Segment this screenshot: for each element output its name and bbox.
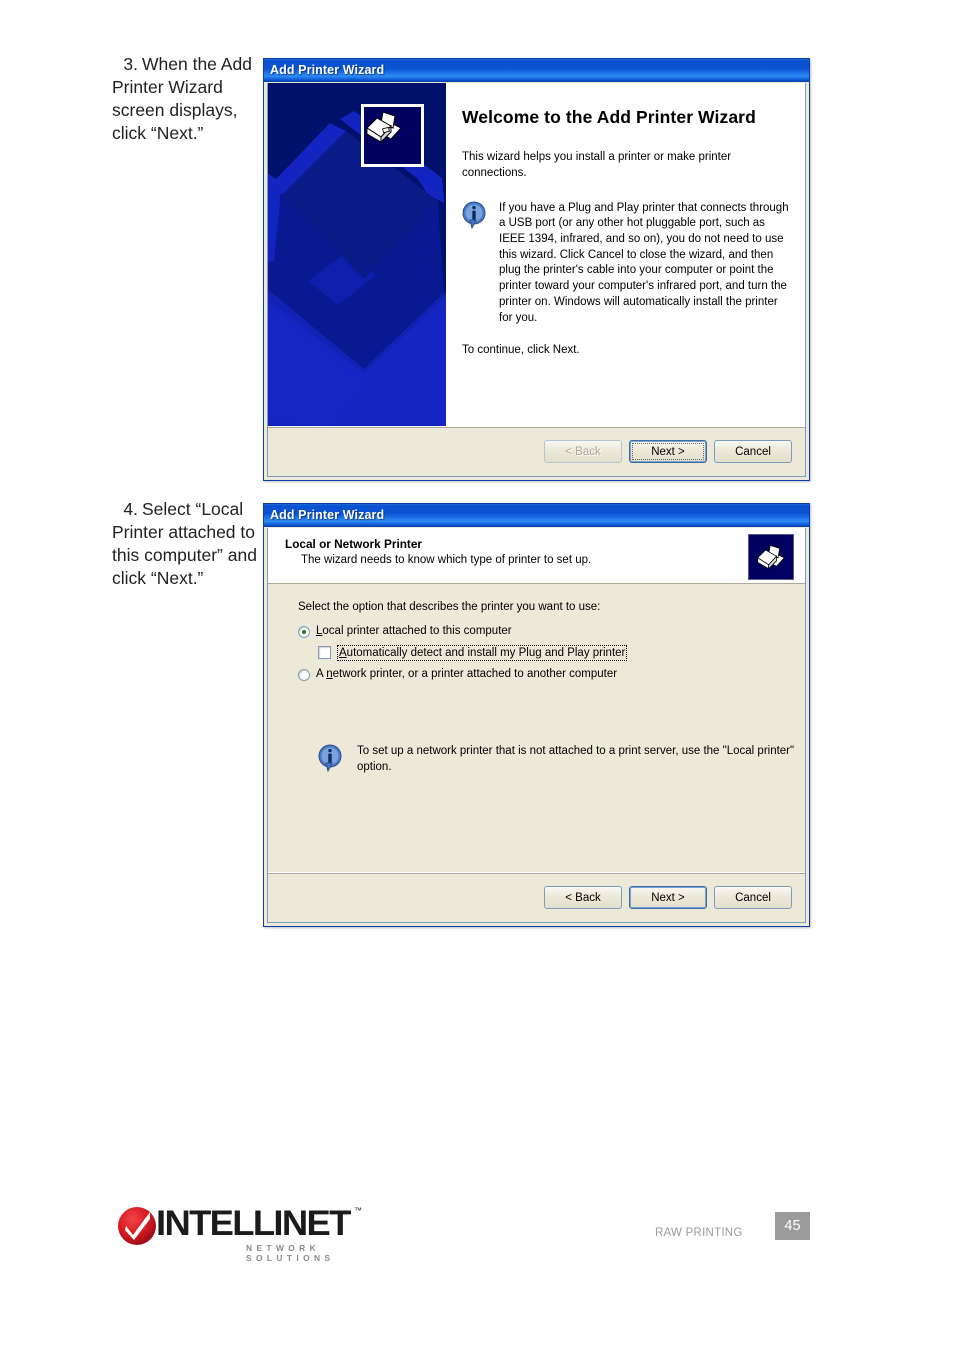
back-button[interactable]: < Back: [544, 886, 622, 909]
dialog2-button-strip: < Back Next > Cancel: [268, 872, 805, 922]
next-button[interactable]: Next >: [629, 886, 707, 909]
welcome-content: Welcome to the Add Printer Wizard This w…: [446, 83, 805, 426]
step-number: 4.: [123, 499, 138, 519]
radio-network-printer[interactable]: [298, 669, 310, 682]
checkmark-circle-icon: [118, 1207, 156, 1245]
welcome-info-text: If you have a Plug and Play printer that…: [499, 201, 789, 324]
wizard-page-header: Local or Network Printer The wizard need…: [268, 528, 805, 584]
add-printer-wizard-local-network-dialog[interactable]: Add Printer Wizard Local or Network Prin…: [263, 503, 810, 927]
back-button[interactable]: < Back: [544, 440, 622, 463]
printer-badge: [361, 104, 424, 167]
welcome-heading: Welcome to the Add Printer Wizard: [462, 107, 756, 127]
wizard-page-body: Select the option that describes the pri…: [268, 585, 805, 872]
option-autodetect-label: Automatically detect and install my Plug…: [337, 645, 628, 662]
wizard-header-title: Local or Network Printer: [285, 537, 423, 551]
checkbox-autodetect[interactable]: [318, 646, 331, 659]
dialog-inner: Welcome to the Add Printer Wizard This w…: [267, 83, 806, 477]
instruction-step-3: 3. When the Add Printer Wizard screen di…: [112, 53, 272, 145]
printer-icon: [364, 107, 421, 164]
option-network-printer[interactable]: A network printer, or a printer attached…: [298, 668, 805, 682]
option-autodetect[interactable]: Automatically detect and install my Plug…: [318, 645, 805, 662]
cancel-button[interactable]: Cancel: [714, 886, 792, 909]
welcome-page-body: Welcome to the Add Printer Wizard This w…: [268, 83, 805, 426]
next-button[interactable]: Next >: [629, 440, 707, 463]
wizard-info-text: To set up a network printer that is not …: [357, 745, 795, 773]
printer-icon: [748, 534, 794, 580]
welcome-intro-text: This wizard helps you install a printer …: [462, 151, 732, 179]
wizard-sidebar-graphic: [268, 83, 446, 426]
information-icon: [462, 201, 488, 327]
logo-wordmark: INTELLINET: [156, 1204, 351, 1243]
footer-section-label: RAW PRINTING: [655, 1227, 743, 1239]
information-icon: [318, 744, 344, 777]
wizard-info-block: To set up a network printer that is not …: [318, 744, 805, 777]
cancel-button[interactable]: Cancel: [714, 440, 792, 463]
dialog-titlebar[interactable]: Add Printer Wizard: [264, 59, 809, 82]
dialog-inner: Local or Network Printer The wizard need…: [267, 528, 806, 923]
dialog1-button-strip: < Back Next > Cancel: [268, 426, 805, 476]
logo-trademark: ™: [354, 1206, 362, 1215]
dialog-title: Add Printer Wizard: [270, 508, 385, 522]
option-local-printer[interactable]: Local printer attached to this computer: [298, 625, 805, 638]
radio-local-printer[interactable]: [298, 626, 310, 638]
option-prompt: Select the option that describes the pri…: [298, 601, 601, 613]
dialog-title: Add Printer Wizard: [270, 63, 385, 77]
option-local-printer-label: Local printer attached to this computer: [316, 625, 512, 637]
welcome-continue-text: To continue, click Next.: [462, 344, 580, 357]
focus-ring: [632, 443, 704, 460]
step-number: 3.: [123, 54, 138, 74]
option-network-printer-label: A network printer, or a printer attached…: [316, 668, 618, 681]
wizard-header-subtitle: The wizard needs to know which type of p…: [301, 554, 592, 566]
page-number-badge: 45: [775, 1212, 810, 1240]
instruction-step-4: 4. Select “Local Printer attached to thi…: [112, 498, 272, 590]
logo-tagline: NETWORK SOLUTIONS: [246, 1243, 335, 1263]
dialog-titlebar[interactable]: Add Printer Wizard: [264, 504, 809, 527]
welcome-info-block: If you have a Plug and Play printer that…: [462, 201, 789, 327]
intellinet-logo: INTELLINET ™ NETWORK SOLUTIONS: [117, 1202, 362, 1263]
add-printer-wizard-welcome-dialog[interactable]: Add Printer Wizard Welcome to the Add Pr…: [263, 58, 810, 481]
